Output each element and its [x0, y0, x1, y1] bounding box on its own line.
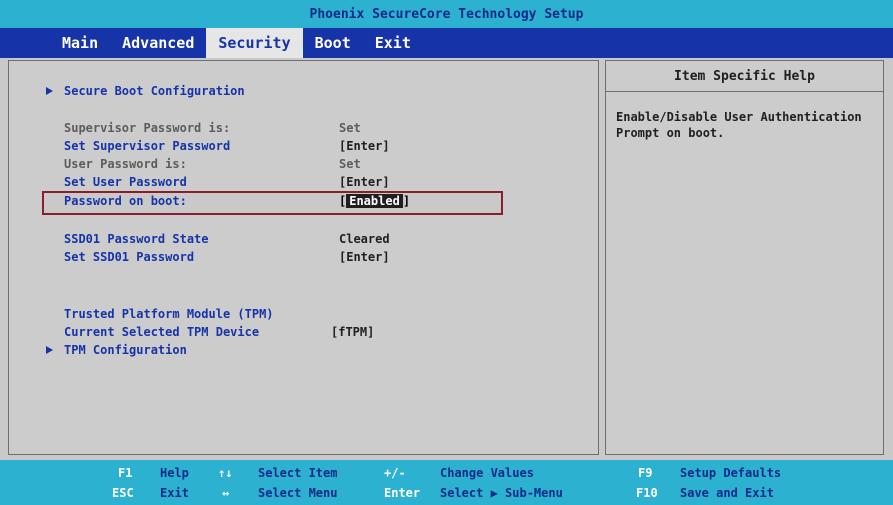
set-supervisor-password-value: [Enter]: [339, 139, 390, 153]
f1-desc: Help: [160, 466, 189, 480]
f10-key: F10: [636, 486, 658, 500]
left-right-desc: Select Menu: [258, 486, 338, 500]
left-right-key: ↔: [222, 486, 230, 500]
submenu-arrow-icon: [46, 346, 53, 354]
secure-boot-config-label: Secure Boot Configuration: [64, 84, 245, 98]
password-on-boot-value[interactable]: [Enabled]: [339, 192, 410, 210]
f9-key: F9: [638, 466, 653, 480]
esc-key: ESC: [112, 486, 134, 500]
user-password-status-value: Set: [339, 157, 361, 171]
ssd-password-state-value: Cleared: [339, 232, 390, 246]
arrows-key: ↑↓: [218, 466, 233, 480]
plusminus-desc: Change Values: [440, 466, 534, 480]
tab-exit[interactable]: Exit: [363, 28, 423, 58]
f9-desc: Setup Defaults: [680, 466, 782, 480]
tpm-heading-label: Trusted Platform Module (TPM): [64, 307, 274, 321]
esc-desc: Exit: [160, 486, 189, 500]
f1-key: F1: [118, 466, 133, 480]
enter-desc: Select ▶ Sub-Menu: [440, 486, 563, 500]
bios-title: Phoenix SecureCore Technology Setup: [0, 0, 893, 28]
enter-key: Enter: [384, 486, 421, 500]
set-supervisor-password-label: Set Supervisor Password: [64, 139, 231, 153]
tab-boot[interactable]: Boot: [303, 28, 363, 58]
ssd-password-state-label: SSD01 Password State: [64, 232, 209, 246]
tpm-config-label: TPM Configuration: [64, 343, 187, 357]
menu-bar: Main Advanced Security Boot Exit: [0, 28, 893, 58]
tab-security[interactable]: Security: [206, 28, 303, 58]
tab-main[interactable]: Main: [50, 28, 110, 58]
password-on-boot-label: Password on boot:: [64, 194, 187, 208]
help-panel: Item Specific Help Enable/Disable User A…: [605, 60, 884, 455]
set-ssd-password-label: Set SSD01 Password: [64, 250, 195, 264]
key-legend-footer: F1 Help ↑↓ Select Item +/- Change Values…: [0, 460, 893, 505]
supervisor-password-status-label: Supervisor Password is:: [64, 121, 231, 135]
tpm-device-label: Current Selected TPM Device: [64, 325, 260, 339]
help-text: Enable/Disable User Authentication Promp…: [616, 110, 862, 140]
arrows-desc: Select Item: [258, 466, 338, 480]
set-user-password-label: Set User Password: [64, 175, 187, 189]
set-user-password-value: [Enter]: [339, 175, 390, 189]
f10-desc: Save and Exit: [680, 486, 774, 500]
set-ssd-password-value: [Enter]: [339, 250, 390, 264]
password-on-boot-selected-value[interactable]: Enabled: [346, 194, 403, 208]
security-settings-panel: Secure Boot Configuration Supervisor Pas…: [8, 60, 599, 455]
tpm-device-value: [fTPM]: [331, 325, 375, 339]
user-password-status-label: User Password is:: [64, 157, 187, 171]
supervisor-password-status-value: Set: [339, 121, 361, 135]
plusminus-key: +/-: [384, 466, 406, 480]
tab-advanced[interactable]: Advanced: [110, 28, 206, 58]
submenu-arrow-icon: [46, 87, 53, 95]
help-title: Item Specific Help: [606, 61, 883, 92]
